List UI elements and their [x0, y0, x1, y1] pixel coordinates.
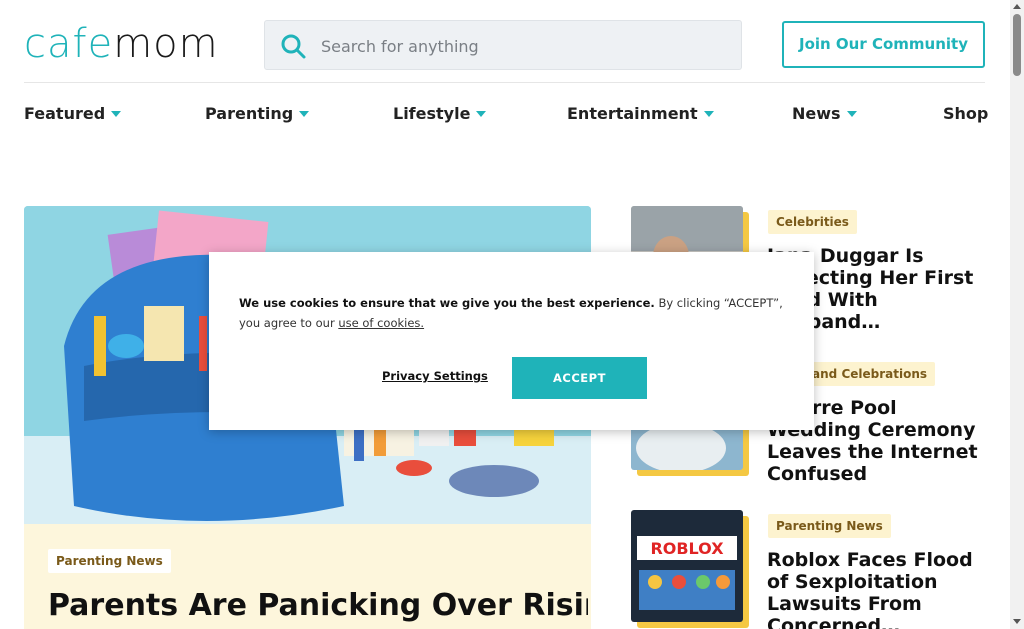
- nav-item-entertainment[interactable]: Entertainment: [567, 104, 714, 123]
- hero-card[interactable]: Parenting News Parents Are Panicking Ove…: [24, 524, 591, 629]
- sidebar-article[interactable]: ROBLOX Parenting News Roblox Faces Flood…: [631, 510, 991, 629]
- thumbnail-image: ROBLOX: [631, 510, 743, 622]
- cookie-consent-dialog: We use cookies to ensure that we give yo…: [209, 252, 814, 430]
- cookie-message: We use cookies to ensure that we give yo…: [239, 293, 784, 333]
- caret-down-icon: [703, 110, 714, 117]
- category-badge[interactable]: Celebrities: [768, 210, 857, 234]
- scroll-up-icon[interactable]: [1013, 4, 1021, 9]
- nav-label: Entertainment: [567, 104, 698, 123]
- header-divider: [24, 82, 985, 83]
- search-bar[interactable]: [264, 20, 742, 70]
- nav-label: Shop: [943, 104, 989, 123]
- nav-item-parenting[interactable]: Parenting: [205, 104, 310, 123]
- search-icon[interactable]: [279, 32, 307, 60]
- cookie-policy-link[interactable]: use of cookies.: [338, 316, 424, 330]
- caret-down-icon: [299, 110, 310, 117]
- join-community-button[interactable]: Join Our Community: [782, 21, 985, 68]
- accept-button[interactable]: ACCEPT: [512, 357, 647, 399]
- cookie-bold-text: We use cookies to ensure that we give yo…: [239, 296, 655, 310]
- nav-item-shop[interactable]: Shop: [943, 104, 988, 123]
- scroll-down-icon[interactable]: [1013, 619, 1021, 624]
- article-thumbnail[interactable]: ROBLOX: [631, 510, 749, 628]
- nav-label: Parenting: [205, 104, 294, 123]
- caret-down-icon: [111, 110, 122, 117]
- cafemom-logo[interactable]: cafemom: [24, 24, 219, 64]
- nav-item-featured[interactable]: Featured: [24, 104, 122, 123]
- category-badge[interactable]: Parenting News: [768, 514, 891, 538]
- roblox-logo-text: ROBLOX: [650, 539, 724, 558]
- logo-cafe: cafe: [24, 21, 114, 67]
- site-header: cafemom Join Our Community: [0, 0, 1010, 84]
- article-title[interactable]: Roblox Faces Flood of Sexploitation Laws…: [767, 549, 982, 629]
- nav-label: Lifestyle: [393, 104, 471, 123]
- nav-item-news[interactable]: News: [792, 104, 857, 123]
- caret-down-icon: [476, 110, 487, 117]
- privacy-settings-link[interactable]: Privacy Settings: [382, 369, 488, 383]
- nav-label: News: [792, 104, 841, 123]
- vertical-scrollbar[interactable]: [1010, 0, 1024, 629]
- caret-down-icon: [846, 110, 857, 117]
- nav-item-lifestyle[interactable]: Lifestyle: [393, 104, 487, 123]
- main-nav: Featured Parenting Lifestyle Entertainme…: [0, 100, 1010, 130]
- scroll-thumb[interactable]: [1013, 14, 1021, 76]
- nav-label: Featured: [24, 104, 106, 123]
- category-badge[interactable]: Parenting News: [48, 549, 171, 573]
- search-input[interactable]: [321, 33, 721, 59]
- hero-title[interactable]: Parents Are Panicking Over Rising: [48, 588, 588, 624]
- logo-mom: mom: [113, 21, 219, 67]
